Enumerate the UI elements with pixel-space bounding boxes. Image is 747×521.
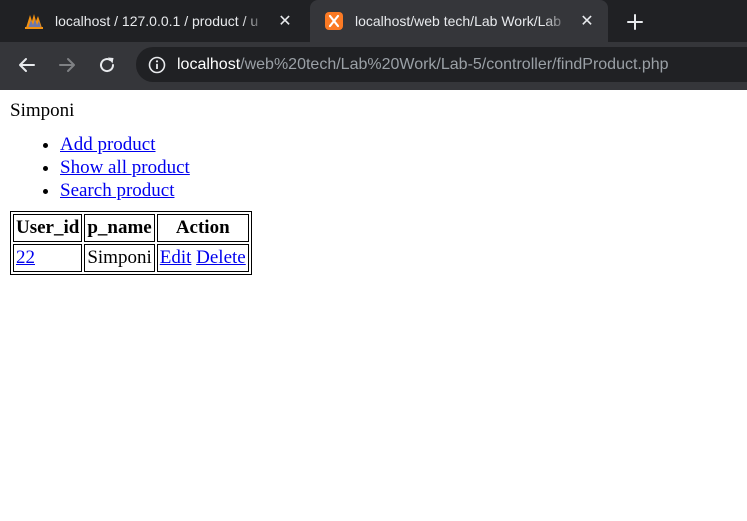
page-content: Simponi Add product Show all product Sea…	[0, 100, 747, 275]
product-nav-list: Add product Show all product Search prod…	[8, 133, 739, 202]
column-header-p-name: p_name	[84, 214, 155, 242]
delete-link[interactable]: Delete	[196, 247, 246, 268]
list-item: Add product	[60, 133, 739, 156]
browser-tab-phpmyadmin[interactable]: localhost / 127.0.0.1 / product / u ✕	[10, 0, 306, 42]
page-heading: Simponi	[10, 100, 75, 121]
show-all-product-link[interactable]: Show all product	[60, 157, 190, 178]
url-path: /web%20tech/Lab%20Work/Lab-5/controller/…	[240, 55, 669, 73]
column-header-user-id: User_id	[13, 214, 83, 242]
close-tab-icon[interactable]: ✕	[576, 10, 598, 32]
list-item: Show all product	[60, 156, 739, 179]
close-tab-icon[interactable]: ✕	[274, 10, 296, 32]
product-table: User_id p_name Action 22 Simponi Edit De…	[10, 211, 252, 275]
product-name-cell: Simponi	[84, 244, 155, 272]
edit-link[interactable]: Edit	[160, 247, 192, 268]
column-header-action: Action	[156, 214, 249, 242]
add-product-link[interactable]: Add product	[60, 134, 156, 155]
phpmyadmin-icon	[24, 11, 44, 31]
browser-tab-active[interactable]: localhost/web tech/Lab Work/Lab ✕	[310, 0, 608, 42]
browser-chrome: localhost / 127.0.0.1 / product / u ✕ lo…	[0, 0, 747, 90]
back-arrow-icon	[19, 58, 35, 72]
reload-icon	[100, 57, 115, 73]
reload-button[interactable]	[93, 51, 121, 79]
table-row: 22 Simponi Edit Delete	[13, 244, 249, 272]
forward-arrow-icon	[59, 58, 75, 72]
user-id-cell: 22	[13, 244, 83, 272]
xampp-icon	[324, 11, 344, 31]
search-product-link[interactable]: Search product	[60, 180, 174, 201]
new-tab-button[interactable]	[622, 9, 648, 35]
user-id-link[interactable]: 22	[16, 247, 35, 268]
toolbar-divider	[0, 88, 747, 90]
tab-strip: localhost / 127.0.0.1 / product / u ✕ lo…	[0, 0, 747, 42]
plus-icon	[627, 14, 643, 30]
back-button[interactable]	[13, 51, 41, 79]
tab-title: localhost/web tech/Lab Work/Lab	[355, 13, 570, 29]
tab-title: localhost / 127.0.0.1 / product / u	[55, 13, 268, 29]
url-host: localhost	[177, 55, 241, 73]
address-bar[interactable]: localhost/web%20tech/Lab%20Work/Lab-5/co…	[136, 47, 747, 82]
list-item: Search product	[60, 179, 739, 202]
browser-toolbar: localhost/web%20tech/Lab%20Work/Lab-5/co…	[0, 42, 747, 88]
table-header-row: User_id p_name Action	[13, 214, 249, 242]
info-icon[interactable]	[148, 56, 166, 74]
action-cell: Edit Delete	[156, 244, 249, 272]
forward-button[interactable]	[53, 51, 81, 79]
